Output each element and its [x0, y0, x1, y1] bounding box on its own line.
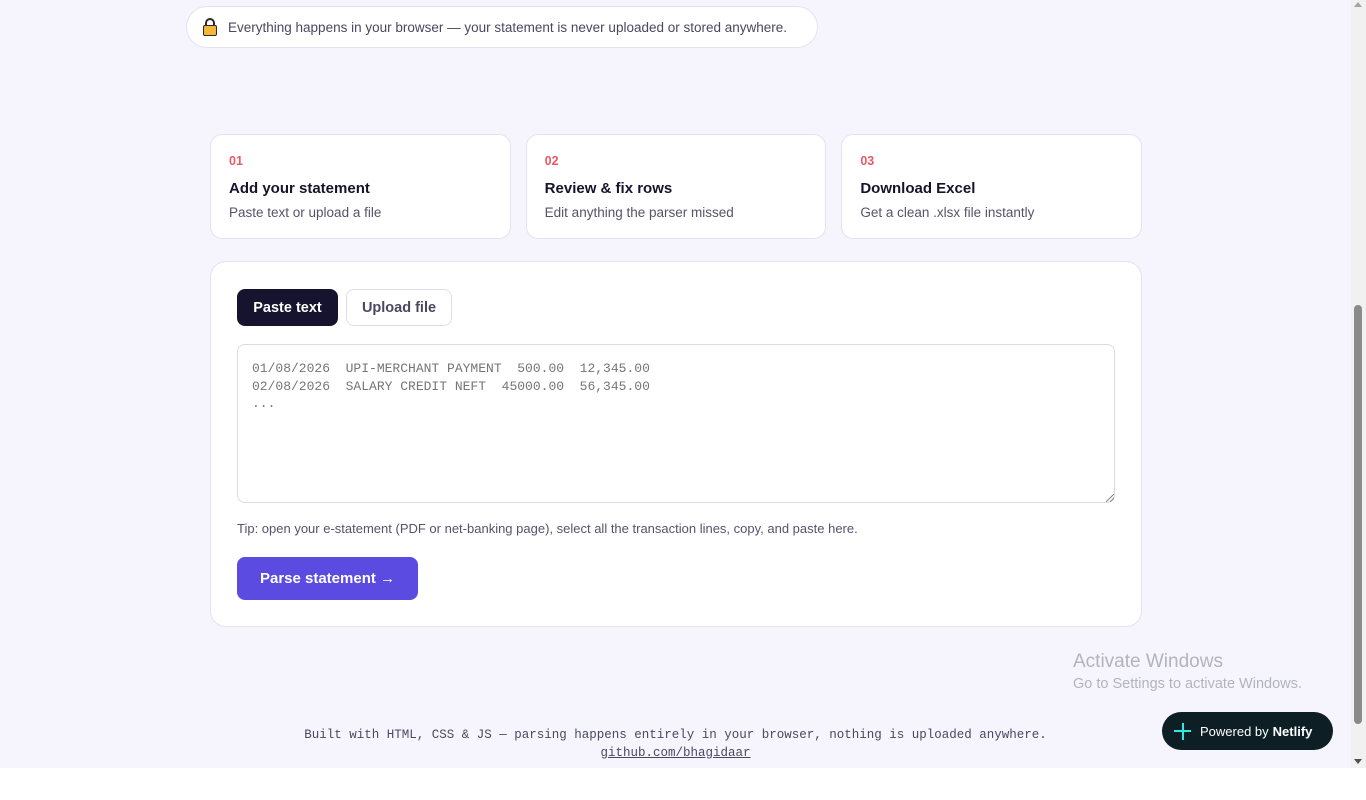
step-number: 01 [229, 154, 243, 168]
statement-textarea[interactable] [237, 344, 1115, 503]
privacy-notice: Everything happens in your browser — you… [186, 6, 818, 48]
step-description: Edit anything the parser missed [544, 205, 734, 220]
netlify-prefix: Powered by [1200, 723, 1269, 739]
step-card-1: 01 Add your statement Paste text or uplo… [210, 134, 511, 239]
step-card-3: 03 Download Excel Get a clean .xlsx file… [841, 134, 1143, 239]
step-title: Review & fix rows [544, 180, 673, 197]
page-viewport: Everything happens in your browser — you… [0, 0, 1351, 768]
footer-text: Built with HTML, CSS & JS — parsing happ… [304, 728, 1047, 742]
step-number: 03 [860, 154, 875, 168]
lock-icon [203, 18, 217, 36]
step-card-2: 02 Review & fix rows Edit anything the p… [525, 134, 827, 239]
statement-input-panel: Paste text Upload file Tip: open your e-… [210, 261, 1142, 627]
footer: Built with HTML, CSS & JS — parsing happ… [0, 728, 1351, 760]
scroll-down-arrow-icon[interactable] [1354, 759, 1362, 764]
step-number: 02 [544, 154, 559, 168]
tab-paste-text[interactable]: Paste text [237, 289, 338, 326]
tab-upload-file[interactable]: Upload file [346, 289, 452, 326]
resize-handle-icon[interactable] [1106, 494, 1114, 502]
step-title: Download Excel [860, 180, 976, 197]
step-description: Paste text or upload a file [229, 205, 382, 220]
step-description: Get a clean .xlsx file instantly [860, 205, 1035, 220]
watermark-subtitle: Go to Settings to activate Windows. [1073, 676, 1302, 692]
netlify-badge[interactable]: Powered by Netlify [1162, 712, 1333, 750]
vertical-scrollbar[interactable] [1351, 0, 1366, 768]
netlify-brand: Netlify [1272, 723, 1313, 739]
parse-statement-button[interactable]: Parse statement → [237, 557, 418, 600]
privacy-notice-text: Everything happens in your browser — you… [228, 19, 788, 35]
windows-activation-watermark: Activate Windows Go to Settings to activ… [1073, 651, 1302, 692]
watermark-title: Activate Windows [1073, 651, 1223, 672]
netlify-logo-icon [1174, 722, 1191, 740]
scroll-up-arrow-icon[interactable] [1354, 2, 1362, 7]
steps-row: 01 Add your statement Paste text or uplo… [210, 134, 1143, 239]
scrollbar-thumb[interactable] [1354, 305, 1362, 724]
paste-tip: Tip: open your e-statement (PDF or net-b… [237, 521, 858, 536]
github-link[interactable]: github.com/bhagidaar [600, 746, 750, 760]
step-title: Add your statement [229, 180, 370, 197]
